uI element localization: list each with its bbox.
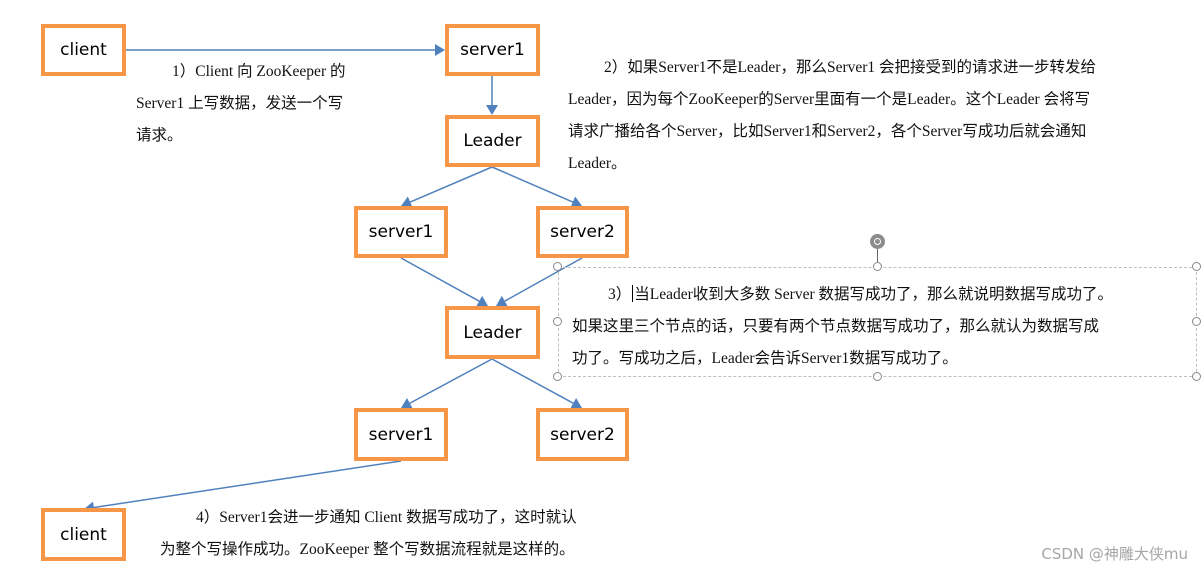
- step3-line: 功了。写成功之后，Leader会告诉Server1数据写成功了。: [572, 350, 958, 367]
- node-label: server2: [550, 222, 615, 242]
- node-label: Leader: [463, 131, 522, 151]
- step1-text: 1）Client 向 ZooKeeper 的 Server1 上写数据，发送一个…: [136, 56, 396, 152]
- step1-line: Server1 上写数据，发送一个写: [136, 95, 344, 112]
- node-label: client: [60, 40, 107, 60]
- step2-line: 请求广播给各个Server，比如Server1和Server2，各个Server…: [568, 123, 1087, 140]
- node-label: Leader: [463, 322, 522, 343]
- step2-line: Leader。: [568, 155, 627, 172]
- node-label: client: [60, 524, 107, 545]
- step3-prefix: 3）: [608, 286, 632, 303]
- step3-first-line: 当Leader收到大多数 Server 数据写成功了，那么就说明数据写成功了。: [634, 286, 1113, 303]
- step3-line: 3） 当Leader收到大多数 Server 数据写成功了，那么就说明数据写成功了…: [572, 279, 1196, 311]
- node-label: server1: [460, 40, 525, 60]
- resize-handle-top-right[interactable]: [1192, 262, 1201, 271]
- step3-line: 如果这里三个节点的话，只要有两个节点数据写成功了，那么就认为数据写成: [572, 318, 1100, 335]
- node-server2-mid[interactable]: server2: [536, 206, 629, 258]
- step1-line: 1）Client 向 ZooKeeper 的: [172, 63, 346, 80]
- resize-handle-bottom-left[interactable]: [553, 372, 562, 381]
- resize-handle-top-left[interactable]: [553, 262, 562, 271]
- arrow-leader_1-to-server2_mid: [491, 166, 574, 203]
- arrow-server1_bottom-to-client_bottom: [93, 460, 402, 509]
- node-label: server1: [368, 222, 434, 242]
- step1-line: 请求。: [136, 127, 183, 144]
- node-server2-bottom[interactable]: server2: [536, 408, 629, 461]
- step4-text: 4）Server1会进一步通知 Client 数据写成功了，这时就认 为整个写操…: [160, 502, 660, 566]
- rotate-handle-icon[interactable]: [870, 234, 885, 249]
- arrow-leader_2-to-server1_bottom: [409, 358, 493, 404]
- node-leader-2[interactable]: Leader: [445, 306, 540, 359]
- arrow-server1_mid-to-leader_2: [400, 257, 480, 302]
- node-client-bottom[interactable]: client: [41, 508, 126, 561]
- arrowhead-icon: [486, 105, 498, 115]
- watermark: CSDN @神雕大侠mu: [1041, 545, 1188, 563]
- arrow-leader_1-to-server1_mid: [409, 166, 493, 203]
- node-leader-1[interactable]: Leader: [445, 115, 540, 167]
- node-client-top[interactable]: client: [41, 24, 126, 76]
- step4-line: 为整个写操作成功。ZooKeeper 整个写数据流程就是这样的。: [160, 541, 575, 558]
- resize-handle-middle-left[interactable]: [553, 317, 562, 326]
- node-server1-top[interactable]: server1: [445, 24, 540, 76]
- step2-line: 2）如果Server1不是Leader，那么Server1 会把接受到的请求进一…: [604, 59, 1097, 76]
- step2-line: Leader，因为每个ZooKeeper的Server里面有一个是Leader。…: [568, 91, 1091, 108]
- step4-line: 4）Server1会进一步通知 Client 数据写成功了，这时就认: [196, 509, 577, 526]
- resize-handle-top-center[interactable]: [873, 262, 882, 271]
- node-label: server1: [368, 424, 434, 445]
- node-label: server2: [550, 424, 615, 445]
- node-server1-bottom[interactable]: server1: [354, 408, 448, 461]
- arrowhead-icon: [435, 44, 445, 56]
- rotate-handle-stem: [877, 249, 878, 263]
- step3-text[interactable]: 3） 当Leader收到大多数 Server 数据写成功了，那么就说明数据写成功了…: [572, 279, 1196, 375]
- step2-text: 2）如果Server1不是Leader，那么Server1 会把接受到的请求进一…: [568, 52, 1198, 180]
- node-server1-mid[interactable]: server1: [354, 206, 448, 258]
